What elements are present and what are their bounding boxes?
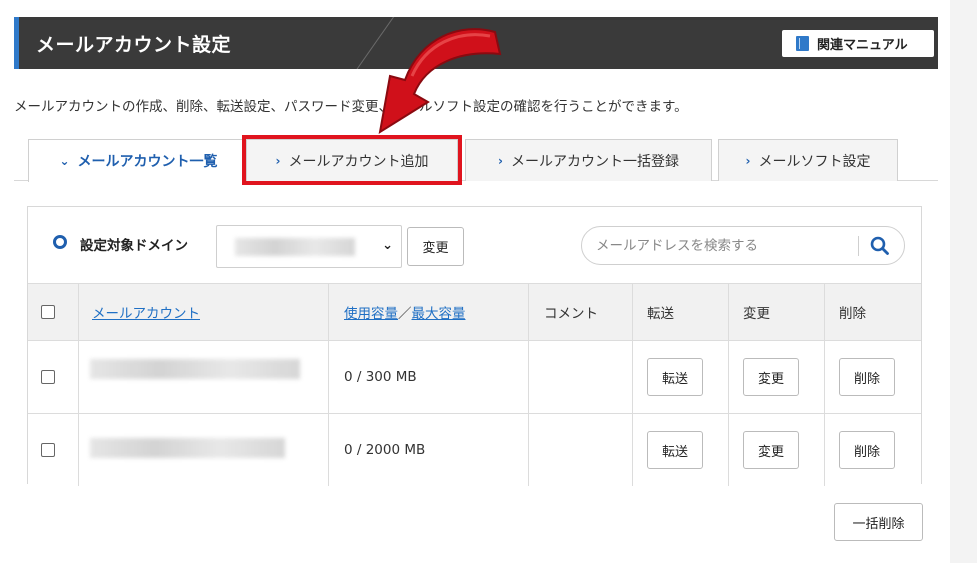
row-checkbox[interactable] <box>41 443 55 457</box>
chevron-down-icon: ⌄ <box>382 238 393 253</box>
table-header-row: メールアカウント 使用容量 ／ 最大容量 コメント 転送 変更 削除 <box>28 283 921 340</box>
column-divider <box>728 284 729 340</box>
header-separator: ／ <box>398 306 412 322</box>
tab-bar: ⌄ メールアカウント一覧 › メールアカウント追加 › メールアカウント一括登録… <box>14 133 938 185</box>
tab-account-bulk-register[interactable]: › メールアカウント一括登録 <box>465 139 712 181</box>
domain-change-button[interactable]: 変更 <box>407 227 464 266</box>
column-divider <box>824 341 825 413</box>
column-divider <box>78 284 79 340</box>
column-divider <box>632 414 633 486</box>
column-divider <box>728 414 729 486</box>
tab-account-list[interactable]: ⌄ メールアカウント一覧 <box>28 139 249 182</box>
book-icon <box>796 36 809 51</box>
row-select-cell <box>41 414 55 486</box>
change-button[interactable]: 変更 <box>743 358 799 396</box>
page-title: メールアカウント設定 <box>36 34 232 56</box>
tab-mail-software-settings-label: メールソフト設定 <box>758 153 871 170</box>
search-box <box>581 226 905 265</box>
change-button[interactable]: 変更 <box>743 431 799 469</box>
related-manual-label: 関連マニュアル <box>817 38 908 53</box>
forward-button[interactable]: 転送 <box>647 358 703 396</box>
domain-label: 設定対象ドメイン <box>80 238 188 254</box>
table-row: 0 / 300 MB 転送 変更 削除 <box>28 340 921 413</box>
page-header: メールアカウント設定 関連マニュアル <box>14 17 938 69</box>
bulk-delete-button[interactable]: 一括削除 <box>834 503 923 541</box>
column-divider <box>632 341 633 413</box>
sort-account-link[interactable]: メールアカウント <box>92 302 200 322</box>
row-select-cell <box>41 341 55 413</box>
usage-value: 0 / 300 MB <box>344 369 417 385</box>
redacted-account <box>90 438 285 458</box>
domain-select[interactable]: ⌄ <box>216 225 402 268</box>
search-input[interactable] <box>596 227 846 264</box>
sort-max-link[interactable]: 最大容量 <box>412 302 466 322</box>
redacted-account <box>90 359 300 379</box>
search-icon[interactable] <box>868 235 892 257</box>
tab-account-bulk-register-label: メールアカウント一括登録 <box>510 153 679 170</box>
delete-button[interactable]: 削除 <box>839 358 895 396</box>
chevron-right-icon: › <box>745 153 751 168</box>
table-row: 0 / 2000 MB 転送 変更 削除 <box>28 413 921 486</box>
header-decoration <box>349 17 396 69</box>
column-divider <box>632 284 633 340</box>
column-divider <box>528 414 529 486</box>
column-divider <box>728 341 729 413</box>
tab-account-add[interactable]: › メールアカウント追加 <box>242 135 462 185</box>
column-divider <box>328 284 329 340</box>
header-account: メールアカウント <box>92 284 200 340</box>
related-manual-button[interactable]: 関連マニュアル <box>782 30 934 57</box>
column-divider <box>528 284 529 340</box>
sort-usage-link[interactable]: 使用容量 <box>344 302 398 322</box>
usage-value: 0 / 2000 MB <box>344 442 426 458</box>
column-divider <box>328 341 329 413</box>
search-divider <box>858 236 859 256</box>
row-checkbox[interactable] <box>41 370 55 384</box>
chevron-right-icon: › <box>498 153 503 168</box>
header-comment: コメント <box>544 306 598 322</box>
delete-button[interactable]: 削除 <box>839 431 895 469</box>
column-divider <box>78 414 79 486</box>
forward-button[interactable]: 転送 <box>647 431 703 469</box>
header-change: 変更 <box>743 306 770 322</box>
tab-account-add-label: メールアカウント追加 <box>288 153 429 170</box>
header-accent-bar <box>14 17 19 69</box>
column-divider <box>824 414 825 486</box>
column-divider <box>824 284 825 340</box>
header-usage: 使用容量 ／ 最大容量 <box>344 284 466 340</box>
select-all-cell <box>41 284 55 340</box>
right-scroll-gutter <box>950 0 977 563</box>
header-forward: 転送 <box>647 306 674 322</box>
domain-filter-row: 設定対象ドメイン ⌄ 変更 <box>28 207 921 283</box>
chevron-down-icon: ⌄ <box>59 154 70 168</box>
header-delete: 削除 <box>839 306 866 322</box>
radio-icon <box>53 235 67 249</box>
account-table: メールアカウント 使用容量 ／ 最大容量 コメント 転送 変更 削除 0 / 3… <box>28 283 921 486</box>
tab-account-list-label: メールアカウント一覧 <box>77 154 218 170</box>
select-all-checkbox[interactable] <box>41 305 55 319</box>
chevron-right-icon: › <box>275 153 281 168</box>
column-divider <box>528 341 529 413</box>
tab-mail-software-settings[interactable]: › メールソフト設定 <box>718 139 898 181</box>
column-divider <box>328 414 329 486</box>
redacted-domain <box>235 238 355 256</box>
account-list-panel: 設定対象ドメイン ⌄ 変更 メールアカウント <box>27 206 922 486</box>
page-description: メールアカウントの作成、削除、転送設定、パスワード変更、メールソフト設定の確認を… <box>14 99 688 115</box>
column-divider <box>78 341 79 413</box>
